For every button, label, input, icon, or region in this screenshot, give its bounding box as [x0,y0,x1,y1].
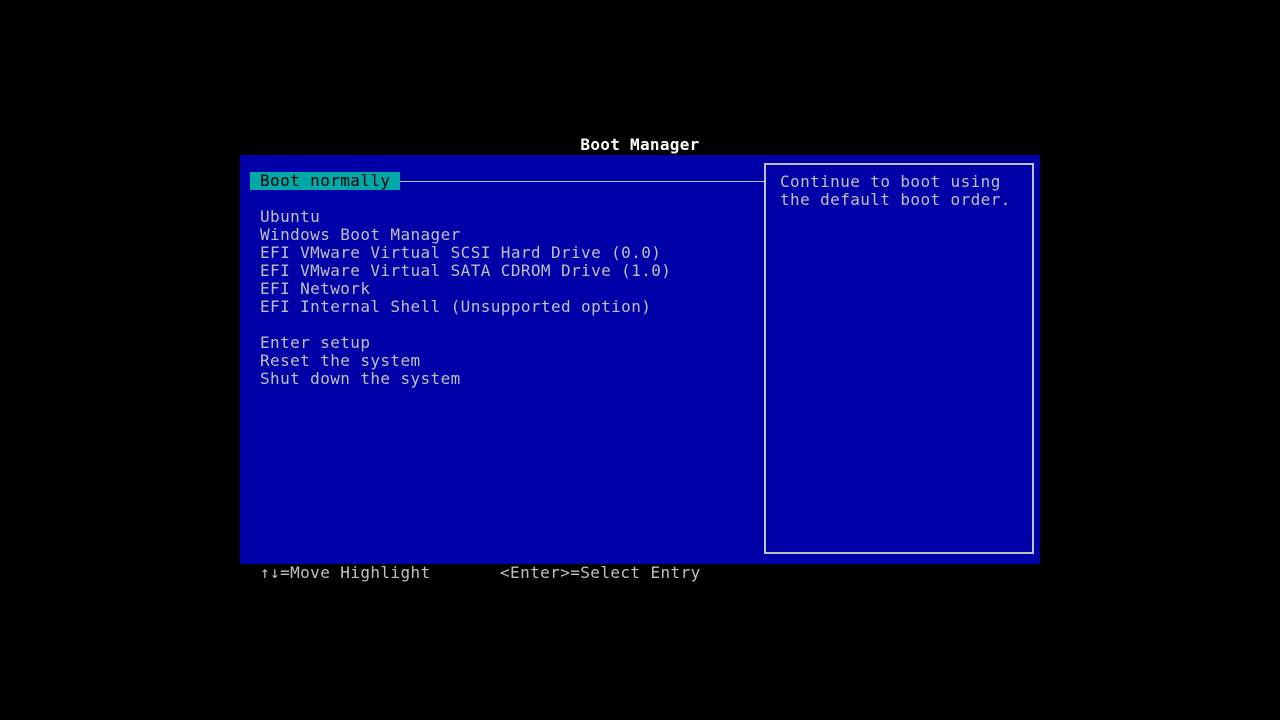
menu-item-efi-network[interactable]: EFI Network [250,280,681,298]
boot-manager-screen: Boot Manager Boot normally Ubuntu Window… [0,0,1280,720]
menu-item-efi-internal-shell[interactable]: EFI Internal Shell (Unsupported option) [250,298,681,316]
menu-spacer [250,190,681,208]
help-text: Continue to boot using the default boot … [780,172,1011,209]
highlight-connector-line [400,181,764,182]
menu-item-sata-cdrom-drive[interactable]: EFI VMware Virtual SATA CDROM Drive (1.0… [250,262,681,280]
menu-group-system: Enter setup Reset the system Shut down t… [250,334,681,388]
menu-item-ubuntu[interactable]: Ubuntu [250,208,681,226]
boot-menu: Boot normally Ubuntu Windows Boot Manage… [250,172,681,388]
menu-spacer [250,316,681,334]
menu-item-reset-system[interactable]: Reset the system [250,352,681,370]
footer-select-hint: <Enter>=Select Entry [500,563,701,582]
help-panel: Continue to boot using the default boot … [764,163,1034,554]
boot-menu-panel: Boot normally Ubuntu Windows Boot Manage… [240,155,1040,564]
menu-item-shut-down-system[interactable]: Shut down the system [250,370,681,388]
menu-item-enter-setup[interactable]: Enter setup [250,334,681,352]
page-title: Boot Manager [580,135,700,154]
menu-item-scsi-hard-drive[interactable]: EFI VMware Virtual SCSI Hard Drive (0.0) [250,244,681,262]
menu-item-boot-normally[interactable]: Boot normally [250,172,401,190]
menu-item-windows-boot-manager[interactable]: Windows Boot Manager [250,226,681,244]
footer-move-hint: ↑↓=Move Highlight [260,563,431,582]
menu-group-boot-entries: Ubuntu Windows Boot Manager EFI VMware V… [250,208,681,316]
